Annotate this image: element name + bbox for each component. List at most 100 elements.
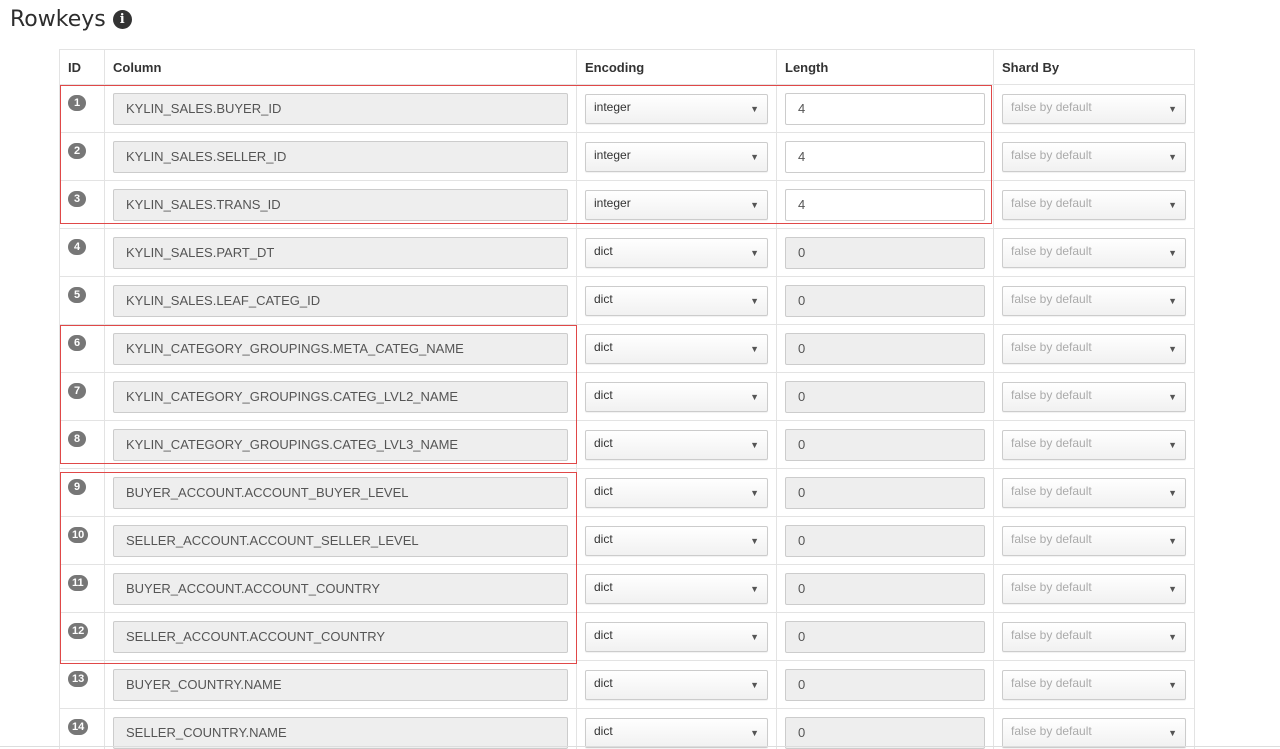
- column-name-field: KYLIN_CATEGORY_GROUPINGS.CATEG_LVL3_NAME: [113, 428, 568, 461]
- encoding-select[interactable]: integer ▼: [585, 93, 768, 124]
- column-cell: KYLIN_CATEGORY_GROUPINGS.META_CATEG_NAME: [104, 324, 577, 373]
- encoding-select[interactable]: dict ▼: [585, 621, 768, 652]
- id-cell: 9: [59, 468, 105, 517]
- shard-by-cell: false by default ▼: [993, 516, 1195, 565]
- length-input[interactable]: 4: [785, 92, 985, 125]
- caret-down-icon: ▼: [750, 391, 759, 402]
- id-cell: 4: [59, 228, 105, 277]
- encoding-value: integer: [594, 99, 631, 114]
- rowkeys-page: Rowkeys i ID Column Encoding Length Shar…: [0, 0, 1280, 749]
- caret-down-icon: ▼: [1168, 199, 1177, 210]
- shard-by-cell: false by default ▼: [993, 228, 1195, 277]
- column-name-field: BUYER_ACCOUNT.ACCOUNT_BUYER_LEVEL: [113, 476, 568, 509]
- column-cell: KYLIN_SALES.SELLER_ID: [104, 132, 577, 181]
- row-id-badge: 5: [68, 287, 86, 303]
- shard-by-select[interactable]: false by default ▼: [1002, 669, 1186, 700]
- encoding-select[interactable]: dict ▼: [585, 669, 768, 700]
- caret-down-icon: ▼: [1168, 727, 1177, 738]
- table-row: 7 KYLIN_CATEGORY_GROUPINGS.CATEG_LVL2_NAM…: [59, 372, 1195, 421]
- encoding-value: dict: [594, 435, 613, 450]
- shard-by-select[interactable]: false by default ▼: [1002, 429, 1186, 460]
- length-cell: 0: [776, 420, 994, 469]
- table-row: 14 SELLER_COUNTRY.NAME dict ▼ 0 false by defa…: [59, 708, 1195, 749]
- encoding-cell: dict ▼: [576, 516, 777, 565]
- info-circle-icon[interactable]: i: [112, 9, 132, 29]
- encoding-select[interactable]: dict ▼: [585, 237, 768, 268]
- caret-down-icon: ▼: [1168, 487, 1177, 498]
- length-input[interactable]: 4: [785, 140, 985, 173]
- length-input[interactable]: 4: [785, 188, 985, 221]
- length-cell: 0: [776, 516, 994, 565]
- encoding-select[interactable]: integer ▼: [585, 141, 768, 172]
- encoding-select[interactable]: dict ▼: [585, 477, 768, 508]
- encoding-value: dict: [594, 291, 613, 306]
- shard-by-cell: false by default ▼: [993, 468, 1195, 517]
- shard-by-select[interactable]: false by default ▼: [1002, 381, 1186, 412]
- shard-by-select[interactable]: false by default ▼: [1002, 285, 1186, 316]
- shard-by-select[interactable]: false by default ▼: [1002, 141, 1186, 172]
- encoding-select[interactable]: dict ▼: [585, 573, 768, 604]
- divider: [0, 746, 1280, 747]
- caret-down-icon: ▼: [750, 151, 759, 162]
- shard-by-select[interactable]: false by default ▼: [1002, 477, 1186, 508]
- shard-by-cell: false by default ▼: [993, 708, 1195, 749]
- shard-by-select[interactable]: false by default ▼: [1002, 93, 1186, 124]
- shard-by-value: false by default: [1011, 675, 1092, 690]
- column-header-length: Length: [776, 49, 994, 85]
- length-input: 0: [785, 572, 985, 605]
- row-id-badge: 11: [68, 575, 88, 591]
- table-row: 13 BUYER_COUNTRY.NAME dict ▼ 0 false by defau…: [59, 660, 1195, 709]
- row-id-badge: 3: [68, 191, 86, 207]
- shard-by-cell: false by default ▼: [993, 276, 1195, 325]
- row-id-badge: 9: [68, 479, 86, 495]
- shard-by-select[interactable]: false by default ▼: [1002, 189, 1186, 220]
- length-cell: 0: [776, 708, 994, 749]
- caret-down-icon: ▼: [750, 439, 759, 450]
- shard-by-select[interactable]: false by default ▼: [1002, 333, 1186, 364]
- id-cell: 10: [59, 516, 105, 565]
- shard-by-select[interactable]: false by default ▼: [1002, 525, 1186, 556]
- row-id-badge: 10: [68, 527, 89, 543]
- column-name-field: KYLIN_SALES.SELLER_ID: [113, 140, 568, 173]
- length-input: 0: [785, 716, 985, 749]
- caret-down-icon: ▼: [1168, 679, 1177, 690]
- encoding-cell: dict ▼: [576, 612, 777, 661]
- id-cell: 2: [59, 132, 105, 181]
- column-cell: SELLER_ACCOUNT.ACCOUNT_SELLER_LEVEL: [104, 516, 577, 565]
- shard-by-value: false by default: [1011, 99, 1092, 114]
- shard-by-select[interactable]: false by default ▼: [1002, 237, 1186, 268]
- caret-down-icon: ▼: [750, 679, 759, 690]
- id-cell: 8: [59, 420, 105, 469]
- shard-by-select[interactable]: false by default ▼: [1002, 621, 1186, 652]
- length-input: 0: [785, 524, 985, 557]
- encoding-value: dict: [594, 627, 613, 642]
- encoding-select[interactable]: dict ▼: [585, 333, 768, 364]
- shard-by-select[interactable]: false by default ▼: [1002, 573, 1186, 604]
- column-header-encoding: Encoding: [576, 49, 777, 85]
- length-input: 0: [785, 332, 985, 365]
- column-name-field: SELLER_ACCOUNT.ACCOUNT_SELLER_LEVEL: [113, 524, 568, 557]
- encoding-cell: dict ▼: [576, 372, 777, 421]
- table-row: 11 BUYER_ACCOUNT.ACCOUNT_COUNTRY dict ▼ 0 fal…: [59, 564, 1195, 613]
- table-row: 5 KYLIN_SALES.LEAF_CATEG_ID dict ▼ 0 false by…: [59, 276, 1195, 325]
- column-header-column: Column: [104, 49, 577, 85]
- shard-by-select[interactable]: false by default ▼: [1002, 717, 1186, 748]
- row-id-badge: 6: [68, 335, 86, 351]
- encoding-select[interactable]: dict ▼: [585, 429, 768, 460]
- encoding-select[interactable]: dict ▼: [585, 285, 768, 316]
- shard-by-value: false by default: [1011, 291, 1092, 306]
- column-cell: KYLIN_SALES.TRANS_ID: [104, 180, 577, 229]
- length-cell: 4: [776, 132, 994, 181]
- encoding-cell: dict ▼: [576, 660, 777, 709]
- encoding-select[interactable]: dict ▼: [585, 717, 768, 748]
- encoding-select[interactable]: dict ▼: [585, 381, 768, 412]
- rowkeys-table-body: 1 KYLIN_SALES.BUYER_ID integer ▼ 4 false by d…: [59, 84, 1195, 749]
- encoding-value: dict: [594, 675, 613, 690]
- encoding-select[interactable]: dict ▼: [585, 525, 768, 556]
- column-name-field: SELLER_ACCOUNT.ACCOUNT_COUNTRY: [113, 620, 568, 653]
- column-name-field: KYLIN_SALES.LEAF_CATEG_ID: [113, 284, 568, 317]
- shard-by-value: false by default: [1011, 627, 1092, 642]
- encoding-select[interactable]: integer ▼: [585, 189, 768, 220]
- encoding-value: dict: [594, 387, 613, 402]
- length-cell: 4: [776, 180, 994, 229]
